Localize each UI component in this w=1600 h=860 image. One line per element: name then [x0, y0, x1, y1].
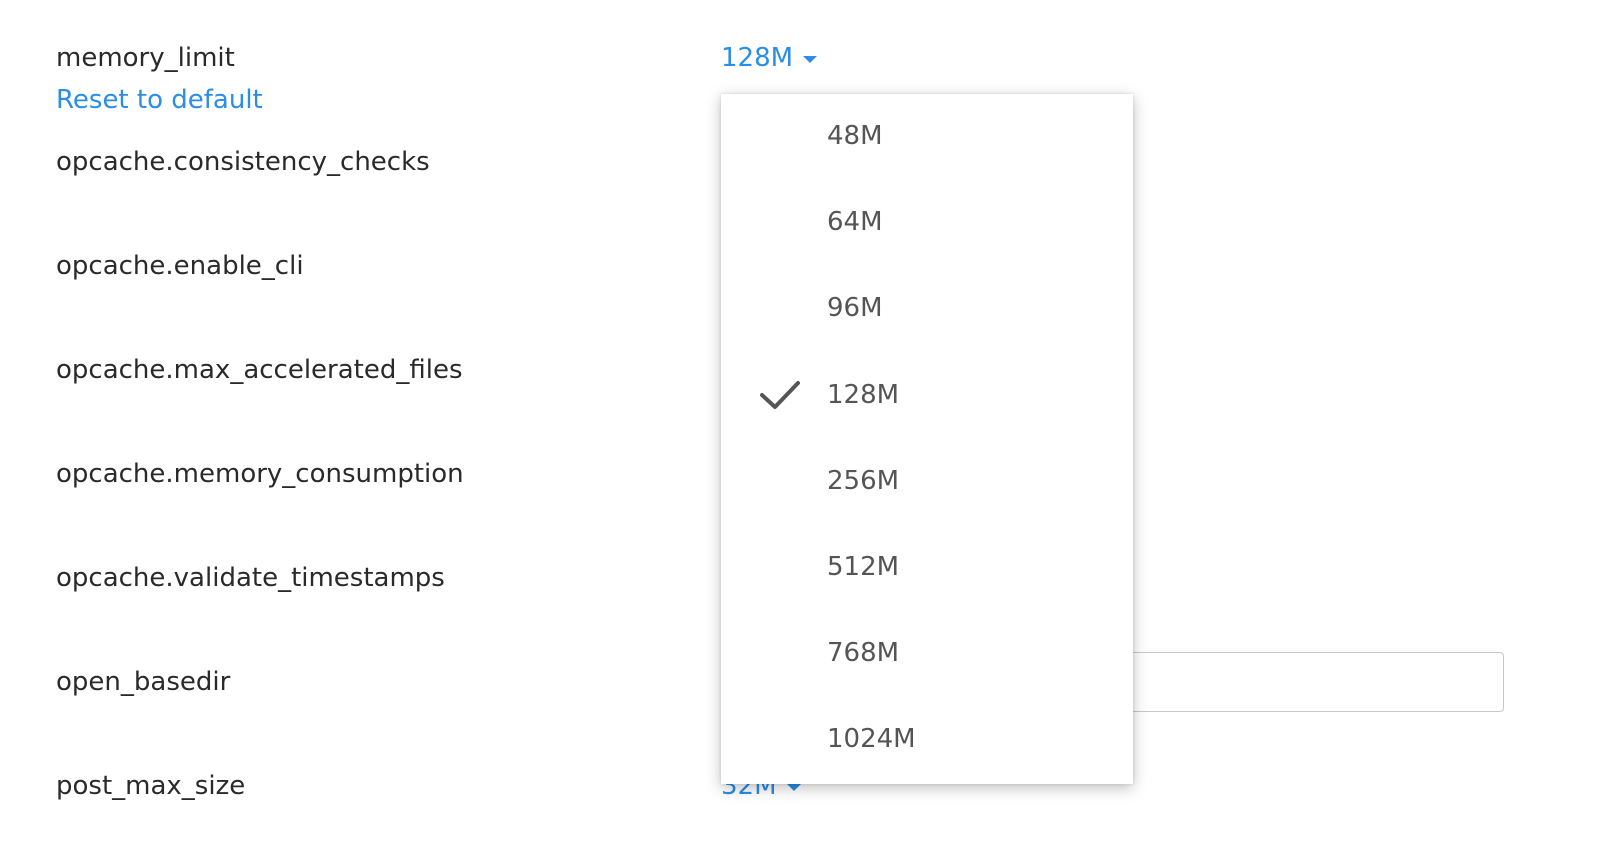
option-label: 128M	[827, 380, 900, 410]
setting-label-opcache-memory-consumption: opcache.memory_consumption	[56, 459, 464, 489]
setting-label-opcache-validate-timestamps: opcache.validate_timestamps	[56, 563, 445, 593]
option-label: 64M	[827, 207, 883, 237]
dropdown-option-48m[interactable]: 48M	[721, 94, 1133, 180]
setting-label-opcache-enable-cli: opcache.enable_cli	[56, 251, 304, 281]
php-settings-page: memory_limit Reset to default 128M opcac…	[0, 0, 1600, 860]
chevron-down-icon	[803, 55, 818, 63]
setting-label-opcache-consistency-checks: opcache.consistency_checks	[56, 147, 430, 177]
dropdown-option-256m[interactable]: 256M	[721, 439, 1133, 525]
setting-label-opcache-max-accelerated-files: opcache.max_accelerated_files	[56, 355, 463, 385]
memory-limit-dropdown-menu: 48M 64M 96M 128M 256M 512M 768M 1024M	[721, 94, 1133, 784]
setting-label-open-basedir: open_basedir	[56, 667, 231, 697]
dropdown-option-768m[interactable]: 768M	[721, 611, 1133, 697]
memory-limit-value: 128M	[721, 43, 794, 73]
dropdown-option-128m[interactable]: 128M	[721, 353, 1133, 439]
dropdown-option-96m[interactable]: 96M	[721, 266, 1133, 352]
open-basedir-input[interactable]	[1100, 652, 1504, 712]
option-label: 512M	[827, 552, 900, 582]
reset-to-default-link[interactable]: Reset to default	[56, 84, 263, 116]
option-label: 256M	[827, 466, 900, 496]
check-icon	[760, 381, 800, 409]
dropdown-option-512m[interactable]: 512M	[721, 525, 1133, 611]
option-label: 96M	[827, 293, 883, 323]
dropdown-option-1024m[interactable]: 1024M	[721, 697, 1133, 783]
setting-label-post-max-size: post_max_size	[56, 771, 246, 801]
setting-label-memory-limit: memory_limit	[56, 43, 235, 73]
chevron-down-icon	[786, 783, 801, 791]
dropdown-option-64m[interactable]: 64M	[721, 180, 1133, 266]
memory-limit-select[interactable]: 128M	[721, 42, 818, 74]
option-label: 768M	[827, 638, 900, 668]
option-label: 1024M	[827, 724, 916, 754]
option-label: 48M	[827, 121, 883, 151]
